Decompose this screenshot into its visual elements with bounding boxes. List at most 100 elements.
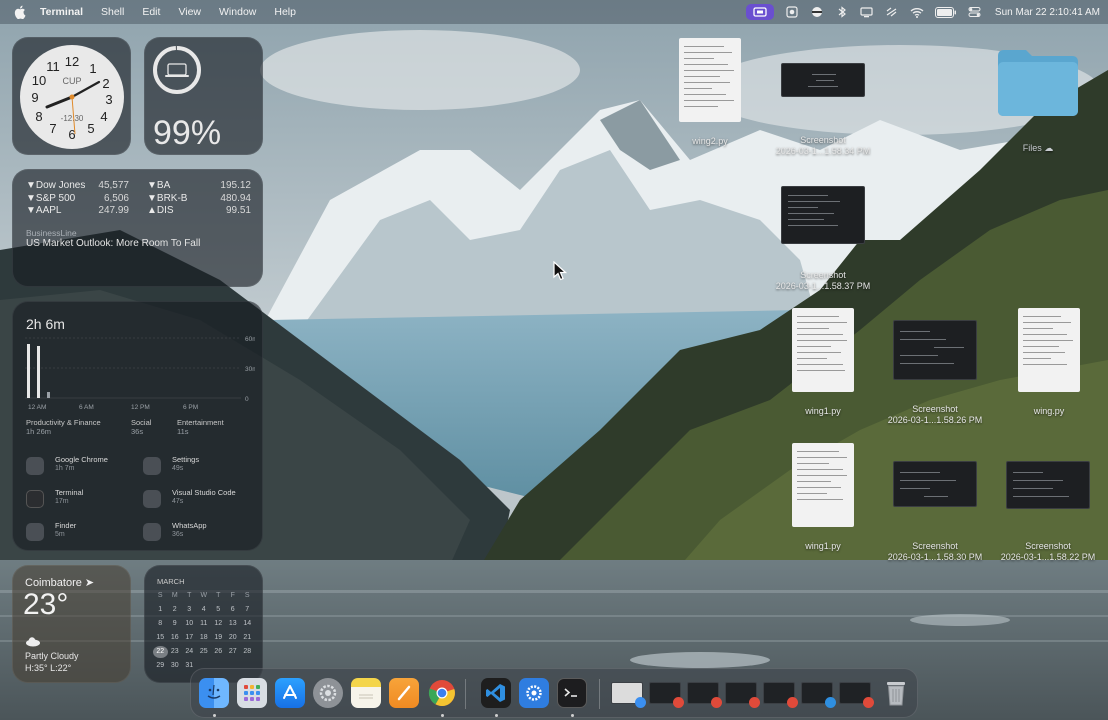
desktop-file-screenshot[interactable]: Screenshot 2026-03-1...1.58.30 PM bbox=[880, 461, 990, 563]
calendar-day-today[interactable]: 22 bbox=[153, 646, 168, 658]
stock-row[interactable]: ▼S&P 500 6,506 bbox=[26, 193, 129, 206]
clock-num-11: 11 bbox=[46, 59, 60, 74]
calendar-day[interactable]: 3 bbox=[182, 604, 197, 616]
clock-widget[interactable]: 12 1 2 3 4 5 6 7 8 9 10 11 CUP -12:30 bbox=[12, 37, 131, 155]
menu-edit[interactable]: Edit bbox=[142, 6, 160, 18]
minimized-window-thumbnail[interactable] bbox=[687, 682, 722, 708]
battery-icon[interactable] bbox=[934, 5, 957, 19]
pages-icon[interactable] bbox=[389, 678, 419, 708]
calendar-day[interactable]: 14 bbox=[240, 618, 255, 630]
app-usage-finder[interactable]: Finder 5m bbox=[26, 521, 136, 545]
weather-widget[interactable]: Coimbatore ➤ 23° Partly Cloudy H:35° L:2… bbox=[12, 565, 131, 683]
control-center-icon[interactable] bbox=[968, 5, 982, 19]
menu-window[interactable]: Window bbox=[219, 6, 256, 18]
menu-app-name[interactable]: Terminal bbox=[40, 6, 83, 18]
calendar-day[interactable]: 13 bbox=[226, 618, 241, 630]
calendar-day[interactable]: 24 bbox=[182, 646, 197, 658]
desktop-file-wing[interactable]: wing.py bbox=[1008, 308, 1090, 417]
stock-row[interactable]: ▼AAPL 247.99 bbox=[26, 205, 129, 218]
apple-menu-icon[interactable] bbox=[14, 5, 28, 19]
calendar-day[interactable]: 8 bbox=[153, 618, 168, 630]
calendar-day[interactable]: 4 bbox=[197, 604, 212, 616]
stock-row[interactable]: ▼BRK-B 480.94 bbox=[147, 193, 251, 206]
calendar-day[interactable]: 25 bbox=[197, 646, 212, 658]
calendar-day[interactable]: 2 bbox=[168, 604, 183, 616]
calendar-day[interactable]: 11 bbox=[197, 618, 212, 630]
calendar-day[interactable]: 6 bbox=[226, 604, 241, 616]
app-store-icon[interactable] bbox=[275, 678, 305, 708]
minimized-window-thumbnail[interactable] bbox=[649, 682, 684, 708]
desktop-file-screenshot[interactable]: Screenshot 2026-03-1...1.58.26 PM bbox=[880, 320, 990, 426]
desktop-file-screenshot[interactable]: Screenshot 2026-03-1...1.58.37 PM bbox=[768, 186, 878, 292]
app-usage-terminal[interactable]: Terminal 17m bbox=[26, 488, 136, 512]
calendar-weekday: F bbox=[230, 592, 235, 599]
calendar-day[interactable]: 29 bbox=[153, 660, 168, 672]
terminal-icon bbox=[26, 490, 44, 508]
settings-gear-icon[interactable] bbox=[519, 678, 549, 708]
screen-time-widget[interactable]: 2h 6m 60m 30m 0 12 AM 6 AM 12 PM 6 PM Pr… bbox=[12, 301, 263, 551]
app-usage-settings[interactable]: Settings 49s bbox=[143, 455, 253, 479]
wifi-icon[interactable] bbox=[910, 5, 924, 19]
record-icon[interactable] bbox=[785, 5, 799, 19]
calendar-day[interactable]: 23 bbox=[168, 646, 183, 658]
menu-view[interactable]: View bbox=[178, 6, 201, 18]
news-headline[interactable]: US Market Outlook: More Room To Fall bbox=[26, 238, 200, 249]
calendar-day[interactable]: 19 bbox=[211, 632, 226, 644]
google-chrome-icon[interactable] bbox=[427, 678, 457, 708]
weather-high-low: H:35° L:22° bbox=[25, 663, 72, 673]
menu-bar-clock[interactable]: Sun Mar 22 2:10:41 AM bbox=[995, 7, 1100, 18]
app-usage-chrome[interactable]: Google Chrome 1h 7m bbox=[26, 455, 136, 479]
stock-row[interactable]: ▲DIS 99.51 bbox=[147, 205, 251, 218]
notes-icon[interactable] bbox=[351, 678, 381, 708]
launchpad-icon[interactable] bbox=[237, 678, 267, 708]
vpn-icon[interactable] bbox=[810, 5, 824, 19]
terminal-icon[interactable] bbox=[557, 678, 587, 708]
display-icon[interactable] bbox=[860, 5, 874, 19]
airplay-icon[interactable] bbox=[885, 5, 899, 19]
calendar-day[interactable]: 26 bbox=[211, 646, 226, 658]
system-settings-icon[interactable] bbox=[313, 678, 343, 708]
desktop-folder-files[interactable]: Files ☁ bbox=[990, 46, 1086, 154]
desktop-file-wing1[interactable]: wing1.py bbox=[782, 443, 864, 552]
desktop-file-screenshot[interactable]: Screenshot 2026-03-1...1.58.22 PM bbox=[993, 461, 1103, 563]
calendar-day[interactable]: 21 bbox=[240, 632, 255, 644]
screen-time-bar bbox=[47, 392, 50, 398]
minimized-window-thumbnail[interactable] bbox=[763, 682, 798, 708]
battery-widget[interactable]: 99% bbox=[144, 37, 263, 155]
calendar-day[interactable]: 28 bbox=[240, 646, 255, 658]
calendar-day[interactable]: 27 bbox=[226, 646, 241, 658]
desktop-file-screenshot[interactable]: Screenshot 2026-03-1...1.58.34 PM bbox=[768, 63, 878, 157]
calendar-widget[interactable]: MARCH S M T W T F S 1 2 3 4 5 6 7 8 9 10 11 12 13 14 15 16 17 18… bbox=[144, 565, 263, 683]
minimized-window-thumbnail[interactable] bbox=[801, 682, 836, 708]
calendar-day[interactable]: 16 bbox=[168, 632, 183, 644]
desktop-file-wing2[interactable]: wing2.py bbox=[670, 38, 750, 147]
stocks-widget[interactable]: ▼Dow Jones 45,577 ▼S&P 500 6,506 ▼AAPL 247.… bbox=[12, 169, 263, 287]
calendar-day[interactable]: 10 bbox=[182, 618, 197, 630]
calendar-day[interactable]: 18 bbox=[197, 632, 212, 644]
calendar-day[interactable]: 20 bbox=[226, 632, 241, 644]
calendar-day[interactable]: 30 bbox=[168, 660, 183, 672]
bluetooth-icon[interactable] bbox=[835, 5, 849, 19]
stock-row[interactable]: ▼Dow Jones 45,577 bbox=[26, 180, 129, 193]
calendar-day[interactable]: 12 bbox=[211, 618, 226, 630]
menu-help[interactable]: Help bbox=[274, 6, 296, 18]
menu-shell[interactable]: Shell bbox=[101, 6, 124, 18]
calendar-day[interactable]: 7 bbox=[240, 604, 255, 616]
minimized-window-thumbnail[interactable] bbox=[839, 682, 874, 708]
visual-studio-code-icon[interactable] bbox=[481, 678, 511, 708]
minimized-window-thumbnail[interactable] bbox=[725, 682, 760, 708]
calendar-day[interactable]: 1 bbox=[153, 604, 168, 616]
desktop-file-wing1[interactable]: wing1.py bbox=[782, 308, 864, 417]
app-usage-vscode[interactable]: Visual Studio Code 47s bbox=[143, 488, 253, 512]
dock-running-indicator bbox=[441, 714, 444, 717]
calendar-day[interactable]: 5 bbox=[211, 604, 226, 616]
calendar-day[interactable]: 17 bbox=[182, 632, 197, 644]
screen-sharing-icon[interactable] bbox=[745, 4, 774, 20]
trash-icon[interactable] bbox=[881, 678, 911, 708]
calendar-day[interactable]: 15 bbox=[153, 632, 168, 644]
stock-row[interactable]: ▼BA 195.12 bbox=[147, 180, 251, 193]
app-usage-whatsapp[interactable]: WhatsApp 36s bbox=[143, 521, 253, 545]
calendar-day[interactable]: 9 bbox=[168, 618, 183, 630]
finder-icon[interactable] bbox=[199, 678, 229, 708]
minimized-window-thumbnail[interactable] bbox=[611, 682, 646, 708]
